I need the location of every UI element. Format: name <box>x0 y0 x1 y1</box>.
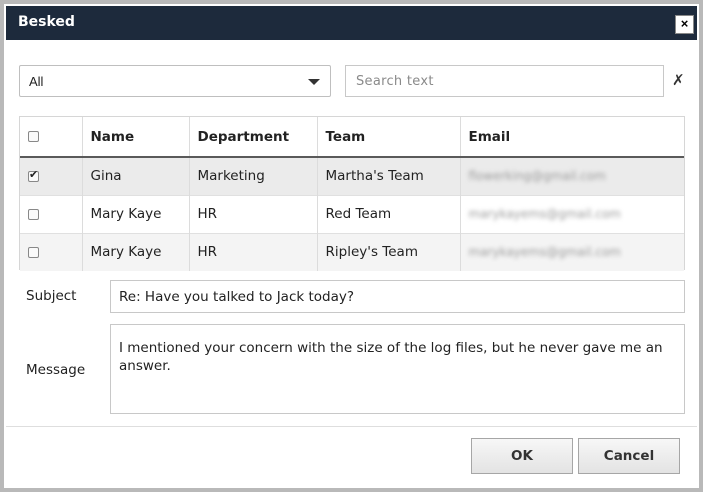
title-bar: Besked × <box>6 6 697 40</box>
table-row[interactable]: Mary Kaye HR Red Team marykayems@gmail.c… <box>20 195 684 233</box>
table-row[interactable]: Mary Kaye HR Ripley's Team marykayems@gm… <box>20 233 684 271</box>
cell-email: marykayems@gmail.com <box>468 207 621 221</box>
cell-team: Red Team <box>317 195 461 233</box>
row-checkbox[interactable] <box>28 168 39 182</box>
subject-input[interactable] <box>110 280 685 313</box>
cell-department: HR <box>189 195 318 233</box>
recipients-table: Name Department Team Email Gina Marketin… <box>19 116 685 271</box>
cell-name: Gina <box>82 157 190 195</box>
message-label: Message <box>26 362 86 378</box>
row-checkbox[interactable] <box>28 246 39 258</box>
row-checkbox[interactable] <box>28 208 39 220</box>
message-textarea[interactable]: I mentioned your concern with the size o… <box>110 324 685 414</box>
cell-email: flowerking@gmail.com <box>468 169 606 184</box>
cell-department: Marketing <box>189 157 318 195</box>
filter-selected-value: All <box>29 74 44 89</box>
filter-select[interactable]: All <box>19 65 331 97</box>
column-header-email[interactable]: Email <box>460 117 684 158</box>
close-icon[interactable]: × <box>675 15 694 34</box>
table-header-row: Name Department Team Email <box>20 117 684 158</box>
cell-email: marykayems@gmail.com <box>468 245 621 260</box>
subject-label: Subject <box>26 288 77 304</box>
cell-name: Mary Kaye <box>82 233 190 271</box>
ok-button[interactable]: OK <box>471 438 573 474</box>
cell-team: Ripley's Team <box>317 233 461 271</box>
select-all-checkbox[interactable] <box>28 131 39 142</box>
message-dialog: Besked × All ✗ Name Department Team Emai… <box>0 0 703 492</box>
cell-department: HR <box>189 233 318 271</box>
footer-divider <box>6 426 697 427</box>
search-input[interactable] <box>345 65 664 97</box>
cell-name: Mary Kaye <box>82 195 190 233</box>
column-header-team[interactable]: Team <box>317 117 461 158</box>
chevron-down-icon <box>308 79 320 85</box>
column-header-department[interactable]: Department <box>189 117 318 158</box>
dialog-title: Besked <box>18 14 75 30</box>
column-header-name[interactable]: Name <box>82 117 190 158</box>
cancel-button[interactable]: Cancel <box>578 438 680 474</box>
cell-team: Martha's Team <box>317 157 461 195</box>
table-row[interactable]: Gina Marketing Martha's Team flowerking@… <box>20 157 684 195</box>
clear-search-icon[interactable]: ✗ <box>672 71 685 89</box>
